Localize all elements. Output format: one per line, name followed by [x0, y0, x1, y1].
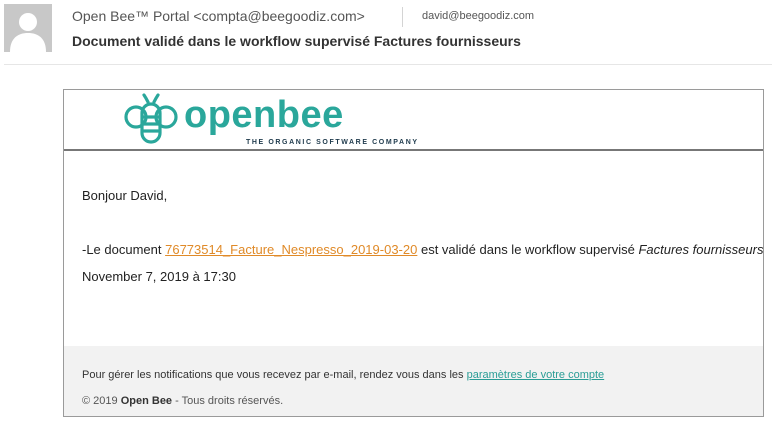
line-prefix: -Le document — [82, 242, 166, 257]
email-body-card: openbee THE ORGANIC SOFTWARE COMPANY Bon… — [63, 89, 764, 417]
line-middle: est validé dans le workflow supervisé — [417, 242, 639, 257]
logo-tagline: THE ORGANIC SOFTWARE COMPANY — [246, 139, 419, 146]
email-subject: Document validé dans le workflow supervi… — [72, 33, 521, 49]
header-divider — [402, 7, 403, 27]
header-rule — [4, 64, 772, 65]
email-footer: Pour gérer les notifications que vous re… — [64, 346, 763, 416]
message-line-2: November 7, 2019 à 17:30 — [82, 269, 236, 284]
footer-notice: Pour gérer les notifications que vous re… — [82, 369, 604, 381]
workflow-name: Factures fournisseurs — [638, 242, 764, 257]
copyright-brand: Open Bee — [120, 395, 173, 407]
logo-wordmark: openbee — [184, 94, 344, 136]
footer-notice-text: Pour gérer les notifications que vous re… — [82, 369, 467, 381]
user-silhouette-icon — [10, 13, 46, 52]
recipient[interactable]: david@beegoodiz.com — [422, 10, 534, 22]
banner-divider — [64, 149, 763, 151]
logo-banner: openbee THE ORGANIC SOFTWARE COMPANY — [64, 90, 763, 149]
greeting: Bonjour David, — [82, 188, 168, 203]
copyright-prefix: © 2019 — [82, 395, 121, 407]
bee-icon — [124, 93, 178, 144]
line-suffix: le — [763, 242, 764, 257]
email-header: Open Bee™ Portal <compta@beegoodiz.com> … — [0, 0, 772, 64]
copyright-suffix: - Tous droits réservés. — [172, 395, 284, 407]
message-line-1: -Le document 76773514_Facture_Nespresso_… — [82, 242, 764, 257]
document-link[interactable]: 76773514_Facture_Nespresso_2019-03-20 — [165, 242, 417, 257]
footer-copyright: © 2019 Open Bee - Tous droits réservés. — [82, 395, 283, 407]
avatar[interactable] — [4, 4, 52, 52]
sender[interactable]: Open Bee™ Portal <compta@beegoodiz.com> — [72, 8, 365, 24]
account-settings-link[interactable]: paramètres de votre compte — [467, 369, 605, 381]
openbee-logo: openbee THE ORGANIC SOFTWARE COMPANY — [122, 91, 417, 154]
